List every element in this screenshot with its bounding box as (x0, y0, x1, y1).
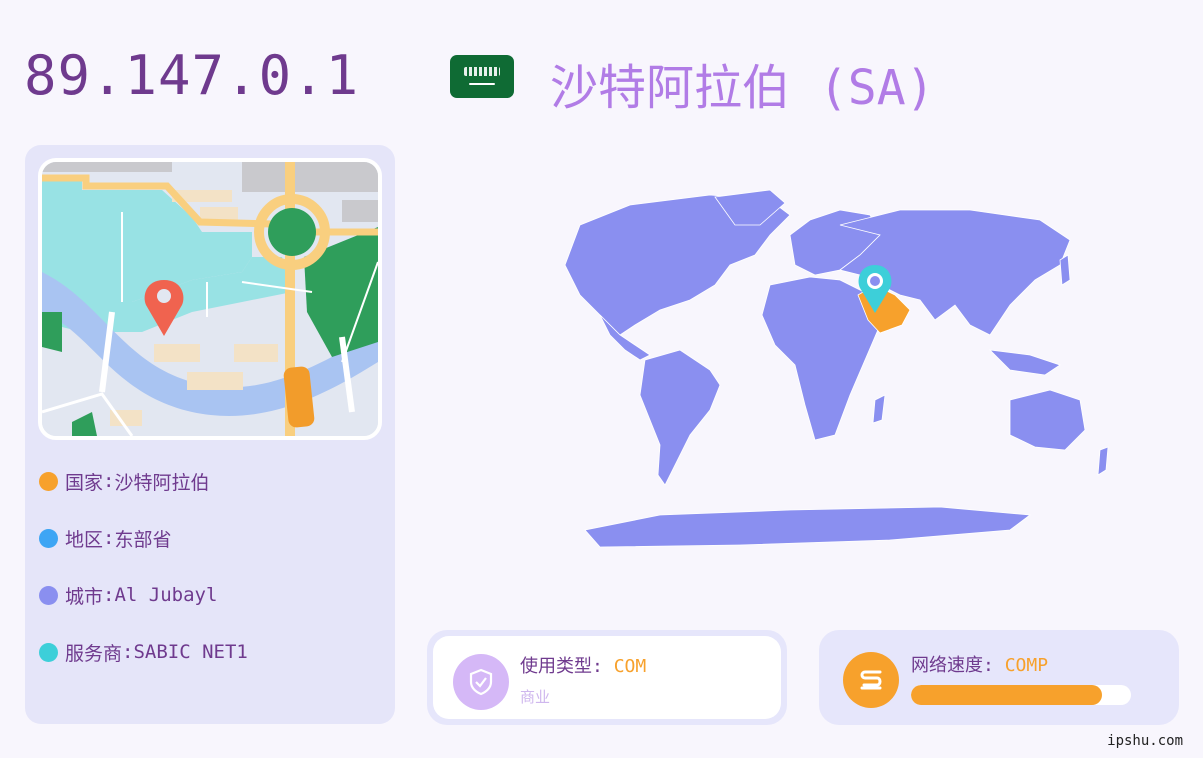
info-isp: 服务商: SABIC NET1 (39, 639, 248, 665)
country-title: 沙特阿拉伯 (SA) (550, 60, 935, 116)
location-info-card: 国家: 沙特阿拉伯 地区: 东部省 城市: Al Jubayl 服务商: SAB… (25, 145, 395, 724)
usage-type-card: 使用类型: COM 商业 (427, 630, 787, 725)
info-region-label: 地区 (65, 528, 104, 551)
ip-address: 89.147.0.1 (24, 44, 360, 107)
isp-dot-icon (39, 642, 58, 662)
info-isp-value: SABIC NET1 (133, 641, 248, 663)
speed-s-icon (843, 652, 899, 708)
usage-type-value: COM (613, 656, 647, 677)
site-footer[interactable]: ipshu.com (1107, 733, 1183, 749)
world-land (564, 189, 1109, 548)
network-speed-card: 网络速度: COMP (819, 630, 1179, 725)
usage-type-label-row: 使用类型: COM (520, 656, 647, 677)
info-country: 国家: 沙特阿拉伯 (39, 468, 209, 494)
usage-type-label: 使用类型 (520, 656, 592, 677)
network-speed-value: COMP (1004, 655, 1049, 676)
network-speed-label-row: 网络速度: COMP (911, 655, 1049, 676)
network-speed-bar (911, 685, 1131, 705)
info-region: 地区: 东部省 (39, 525, 171, 551)
street-map-illustration (38, 158, 382, 440)
info-country-value: 沙特阿拉伯 (114, 471, 210, 494)
info-region-value: 东部省 (114, 528, 172, 551)
usage-type-sub: 商业 (520, 688, 551, 706)
info-city: 城市: Al Jubayl (39, 582, 217, 608)
country-dot-icon (39, 471, 58, 491)
info-city-label: 城市 (65, 585, 104, 608)
region-dot-icon (39, 528, 58, 548)
street-map-svg (42, 162, 378, 436)
info-isp-label: 服务商 (65, 642, 123, 665)
saudi-arabia-flag-icon (450, 55, 514, 98)
info-country-label: 国家 (65, 471, 104, 494)
shield-check-icon (453, 654, 509, 710)
network-speed-bar-fill (911, 685, 1103, 705)
world-map (564, 189, 1109, 548)
network-speed-label: 网络速度 (911, 655, 983, 676)
info-city-value: Al Jubayl (114, 584, 218, 606)
city-dot-icon (39, 585, 58, 605)
